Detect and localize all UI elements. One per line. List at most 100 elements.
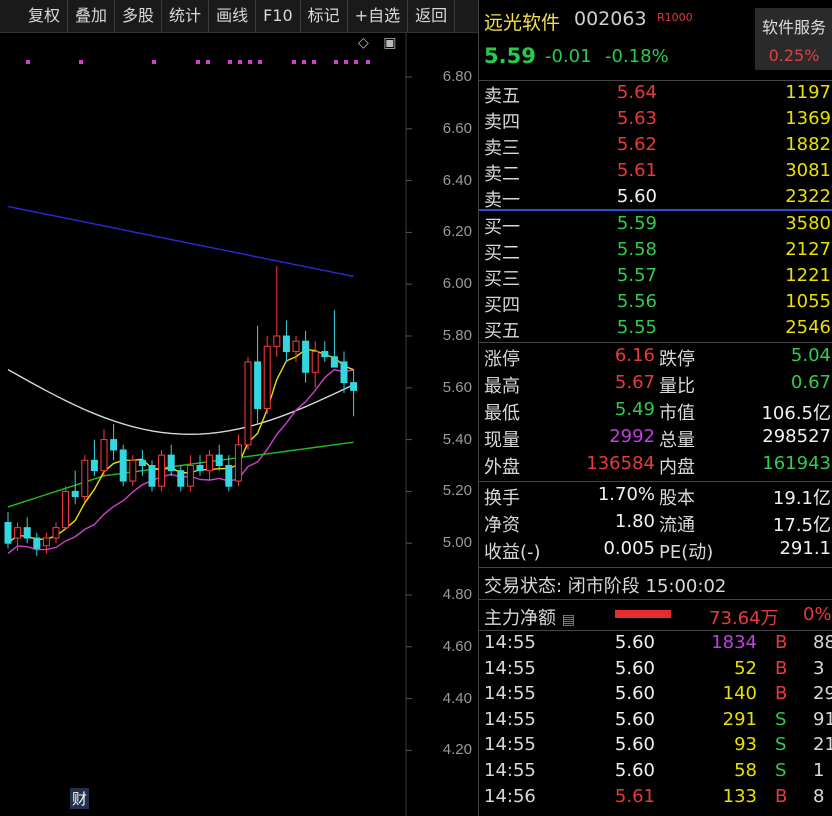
y-tick-label: 4.20	[442, 741, 472, 759]
toolbar-button-0[interactable]: 复权	[0, 0, 69, 32]
book-row[interactable]: 买三 5.57 1221	[479, 265, 832, 291]
book-row[interactable]: 卖二 5.61 3081	[479, 160, 832, 186]
tick-side: B	[775, 683, 788, 705]
toolbar-button-2[interactable]: 多股	[115, 0, 163, 32]
toolbar-button-6[interactable]: 标记	[301, 0, 348, 32]
candle-body	[100, 439, 108, 472]
toolbar-button-8[interactable]: 返回	[408, 0, 456, 32]
tick-row[interactable]: 14:55 5.60 291 S 91	[479, 709, 832, 735]
book-row[interactable]: 买五 5.55 2546	[479, 317, 832, 343]
candle-body	[302, 340, 310, 373]
book-row[interactable]: 买二 5.58 2127	[479, 239, 832, 265]
stat-label: 外盘	[484, 457, 520, 478]
stats-row: 最高 5.67 量比 0.67	[479, 372, 832, 398]
stat-label: 内盘	[659, 457, 695, 478]
stats-row: 涨停 6.16 跌停 5.04	[479, 345, 832, 371]
stat-label: 量比	[659, 376, 695, 397]
stat-label: 跌停	[659, 349, 695, 370]
event-marker	[26, 60, 30, 64]
book-price: 5.64	[616, 82, 657, 103]
kline-svg[interactable]	[0, 32, 478, 816]
tick-price: 5.60	[614, 734, 655, 756]
candle-body	[81, 459, 89, 498]
book-row[interactable]: 卖四 5.63 1369	[479, 108, 832, 134]
quote-panel: 远光软件 002063 R1000 软件服务 0.25% 5.59 -0.01 …	[478, 0, 832, 816]
candle-body	[62, 490, 70, 529]
event-marker	[238, 60, 242, 64]
tick-row[interactable]: 14:55 5.60 52 B 3	[479, 658, 832, 684]
stat-value: 291.1	[779, 538, 831, 559]
tick-row[interactable]: 14:55 5.60 58 S 1	[479, 760, 832, 786]
stat-label: 净资	[484, 515, 520, 536]
toolbar-button-4[interactable]: 画线	[209, 0, 257, 32]
y-tick-label: 6.80	[442, 68, 472, 85]
tick-price: 5.60	[614, 632, 655, 653]
tick-row[interactable]: 14:55 5.60 1834 B 88	[479, 632, 832, 658]
stat-label: 涨停	[484, 349, 520, 370]
book-volume: 1197	[785, 82, 831, 103]
book-volume: 1221	[785, 265, 831, 286]
stat-label: 收益(-)	[484, 542, 541, 563]
book-row[interactable]: 卖三 5.62 1882	[479, 134, 832, 160]
tick-price: 5.60	[614, 708, 655, 730]
toolbar-button-7[interactable]: +自选	[348, 0, 409, 32]
tick-time: 14:55	[484, 708, 536, 730]
book-volume: 2546	[785, 317, 831, 338]
panel-toggle-icon[interactable]: ▣	[383, 35, 396, 51]
y-tick-label: 5.60	[442, 378, 472, 396]
stat-label: 现量	[484, 430, 520, 451]
book-row[interactable]: 买四 5.56 1055	[479, 291, 832, 317]
tick-side: B	[775, 657, 788, 679]
tick-price: 5.60	[614, 683, 655, 705]
event-marker	[344, 60, 348, 64]
tick-volume: 1834	[711, 632, 757, 653]
candle-body	[52, 527, 60, 539]
toolbar-button-5[interactable]: F10	[256, 0, 301, 32]
book-volume: 2127	[785, 239, 831, 260]
candle-body	[340, 361, 348, 384]
book-row[interactable]: 卖五 5.64 1197	[479, 82, 832, 108]
event-marker	[152, 60, 156, 64]
candle-body	[244, 361, 252, 446]
book-volume: 3580	[785, 213, 831, 234]
stat-value: 1.70%	[597, 484, 655, 505]
candle-body	[196, 465, 204, 472]
ma-yellow-line	[7, 348, 354, 544]
book-level: 买四	[484, 295, 520, 316]
candle-body	[110, 439, 118, 451]
tick-row[interactable]: 14:56 5.61 133 B 8	[479, 786, 832, 812]
candle-body	[23, 527, 31, 539]
tick-row[interactable]: 14:55 5.60 140 B 29	[479, 683, 832, 709]
stat-label: 流通	[659, 515, 695, 536]
tick-side: S	[775, 708, 787, 730]
tick-side: S	[775, 734, 787, 756]
toolbar-button-1[interactable]: 叠加	[68, 0, 116, 32]
tick-time: 14:55	[484, 734, 536, 756]
event-marker	[292, 60, 296, 64]
tick-side: B	[775, 785, 788, 807]
divider	[479, 80, 832, 81]
sector-box[interactable]: 软件服务 0.25%	[755, 8, 832, 70]
candle-body	[42, 537, 50, 547]
candle-body	[215, 454, 223, 467]
list-icon[interactable]: ▤	[562, 612, 575, 628]
book-price: 5.62	[616, 134, 657, 155]
sector-pct: 0.25%	[768, 46, 820, 65]
candle-body	[177, 470, 185, 487]
book-price: 5.61	[616, 160, 657, 181]
candle-body	[321, 351, 329, 358]
kline-chart[interactable]: 6.80 6.60 6.40 6.20 6.00 5.80 5.60 5.40 5.20 5.00…	[0, 32, 478, 816]
book-level: 卖二	[484, 164, 520, 185]
book-row[interactable]: 买一 5.59 3580	[479, 213, 832, 239]
toolbar-button-3[interactable]: 统计	[162, 0, 210, 32]
book-volume: 3081	[785, 160, 831, 181]
candle-body	[129, 459, 137, 482]
finance-event-marker[interactable]: 财	[70, 788, 90, 809]
tick-row[interactable]: 14:55 5.60 93 S 21	[479, 734, 832, 760]
tick-price: 5.61	[614, 785, 655, 807]
chart-top-icons: ◇ ▣	[358, 35, 396, 51]
book-level: 卖四	[484, 112, 520, 133]
y-tick-label: 5.40	[442, 430, 472, 448]
diamond-icon[interactable]: ◇	[358, 35, 369, 51]
y-tick-label: 6.20	[442, 223, 472, 241]
